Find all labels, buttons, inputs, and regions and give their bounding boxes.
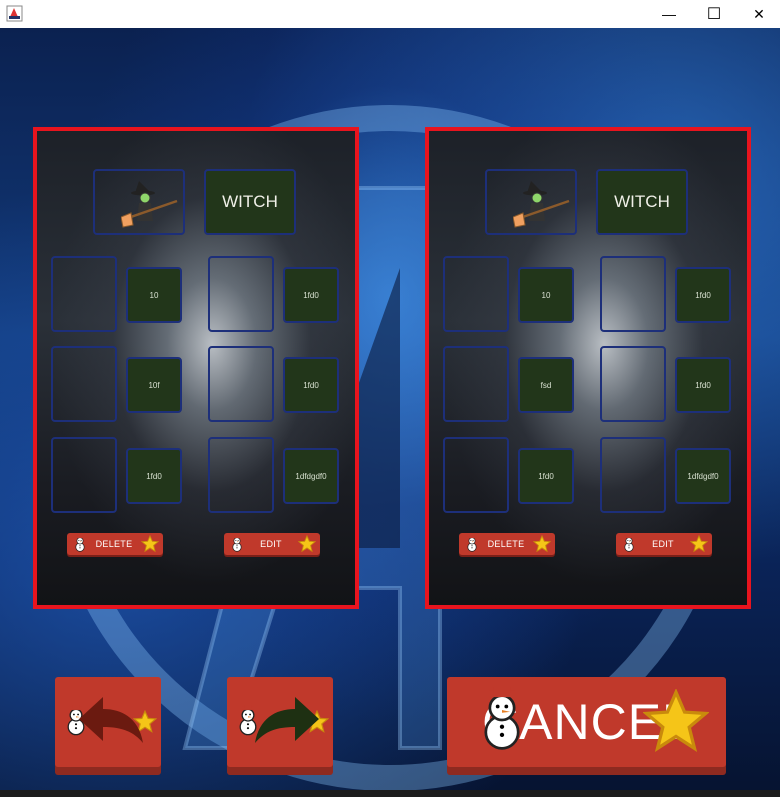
edit-label: EDIT xyxy=(260,539,282,549)
edit-button[interactable]: EDIT xyxy=(616,533,712,555)
delete-button[interactable]: DELETE xyxy=(67,533,163,555)
snowman-icon xyxy=(475,687,529,753)
image-slot[interactable] xyxy=(600,437,666,513)
image-slot[interactable] xyxy=(208,256,274,332)
character-image-frame xyxy=(93,169,185,235)
witch-icon xyxy=(513,173,573,233)
image-slot[interactable] xyxy=(208,346,274,422)
delete-button[interactable]: DELETE xyxy=(459,533,555,555)
cancel-button[interactable]: CANCEL xyxy=(447,677,726,767)
edit-button[interactable]: EDIT xyxy=(224,533,320,555)
java-app-icon xyxy=(6,5,23,22)
close-button[interactable]: ✕ xyxy=(736,0,780,28)
value-box: 1fd0 xyxy=(675,267,731,323)
image-slot[interactable] xyxy=(443,437,509,513)
image-slot[interactable] xyxy=(600,346,666,422)
image-slot[interactable] xyxy=(600,256,666,332)
value-box: 1fd0 xyxy=(283,357,339,413)
character-image-frame xyxy=(485,169,577,235)
delete-label: DELETE xyxy=(487,539,525,549)
character-card-2: WITCH 10 1fd0 fsd 1fd0 1fd0 1dfdgdf0 DEL… xyxy=(425,127,751,609)
value-box: 1fd0 xyxy=(126,448,182,504)
star-icon xyxy=(298,535,316,553)
value-box: fsd xyxy=(518,357,574,413)
value-box: 10 xyxy=(126,267,182,323)
next-arrow-icon xyxy=(255,697,319,743)
character-name-label: WITCH xyxy=(596,169,688,235)
value-box: 1dfdgdf0 xyxy=(675,448,731,504)
window-titlebar: — ☐ ✕ xyxy=(0,0,780,28)
image-slot[interactable] xyxy=(51,256,117,332)
value-box: 10 xyxy=(518,267,574,323)
value-box: 1fd0 xyxy=(675,357,731,413)
value-box: 1fd0 xyxy=(283,267,339,323)
value-box: 1fd0 xyxy=(518,448,574,504)
star-icon xyxy=(533,535,551,553)
value-box: 10f xyxy=(126,357,182,413)
witch-icon xyxy=(121,173,181,233)
previous-page-button[interactable] xyxy=(55,677,161,767)
window-bottom-edge xyxy=(0,790,780,797)
maximize-icon: ☐ xyxy=(706,6,722,23)
snowman-icon xyxy=(622,535,636,553)
close-icon: ✕ xyxy=(753,5,765,22)
star-icon xyxy=(141,535,159,553)
character-card-1: WITCH 10 1fd0 10f 1fd0 1fd0 1dfdgdf0 DEL… xyxy=(33,127,359,609)
minimize-button[interactable]: — xyxy=(646,0,692,28)
minimize-icon: — xyxy=(662,6,676,22)
star-icon xyxy=(690,535,708,553)
image-slot[interactable] xyxy=(51,346,117,422)
snowman-icon xyxy=(465,535,479,553)
image-slot[interactable] xyxy=(443,256,509,332)
image-slot[interactable] xyxy=(443,346,509,422)
value-box: 1dfdgdf0 xyxy=(283,448,339,504)
image-slot[interactable] xyxy=(51,437,117,513)
snowman-icon xyxy=(73,535,87,553)
maximize-button[interactable]: ☐ xyxy=(691,0,737,28)
delete-label: DELETE xyxy=(95,539,133,549)
next-page-button[interactable] xyxy=(227,677,333,767)
snowman-icon xyxy=(230,535,244,553)
image-slot[interactable] xyxy=(208,437,274,513)
star-icon xyxy=(643,689,709,755)
edit-label: EDIT xyxy=(652,539,674,549)
character-name-label: WITCH xyxy=(204,169,296,235)
back-arrow-icon xyxy=(79,697,143,743)
